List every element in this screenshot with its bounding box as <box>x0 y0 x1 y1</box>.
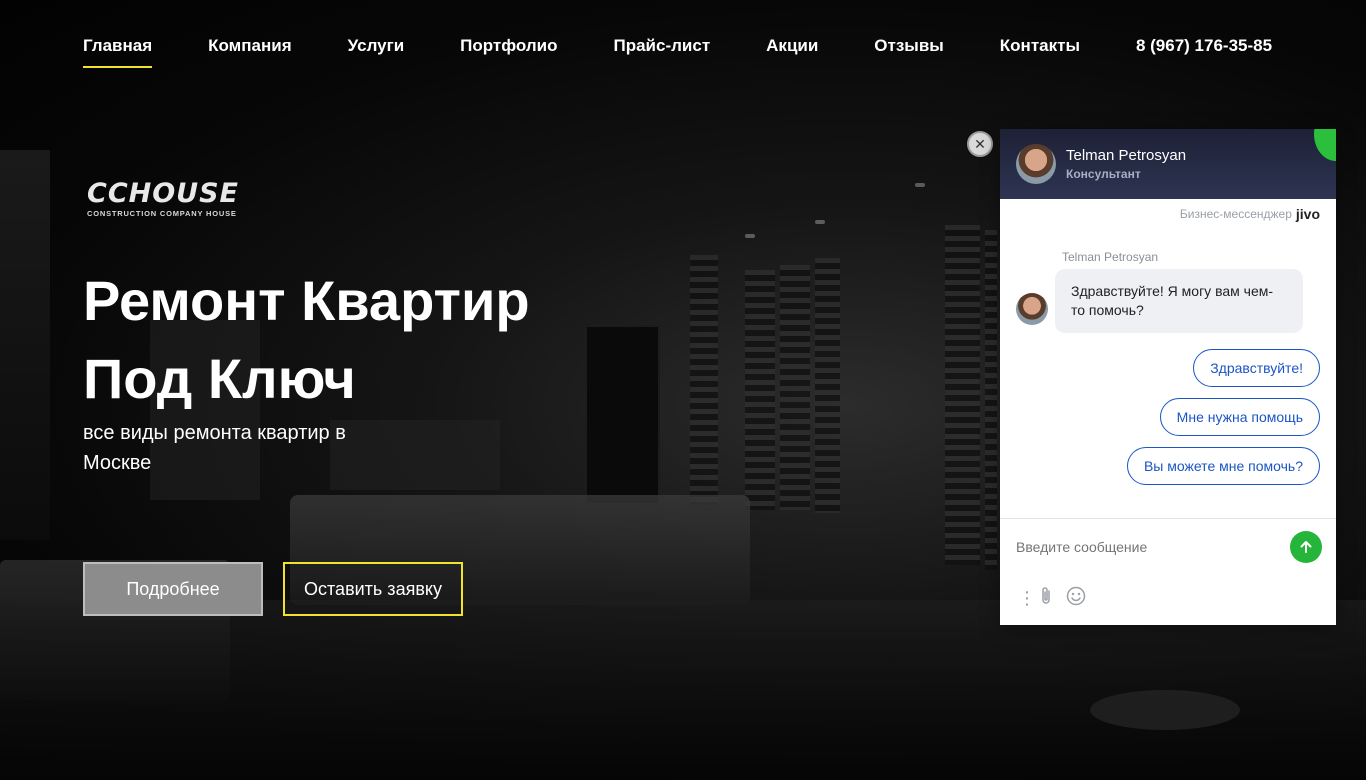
quick-reply-can-you-help[interactable]: Вы можете мне помочь? <box>1126 447 1320 485</box>
more-button[interactable]: Подробнее <box>83 562 263 616</box>
company-logo[interactable]: CCHOUSE CONSTRUCTION COMPANY HOUSE <box>87 180 279 220</box>
chat-header: Telman Petrosyan Консультант <box>1000 129 1336 199</box>
arrow-up-icon <box>1300 541 1312 553</box>
hero-subtitle-line2: Москве <box>83 452 152 474</box>
jivo-logo: jivo <box>1295 206 1320 222</box>
close-icon: ✕ <box>974 135 986 152</box>
message-avatar <box>1016 293 1048 325</box>
more-options-icon[interactable]: ⋮ <box>1018 589 1036 607</box>
nav-item-company[interactable]: Компания <box>208 36 291 68</box>
page-title-line1: Ремонт Квартир <box>83 269 530 332</box>
agent-name: Telman Petrosyan <box>1066 147 1187 164</box>
emoji-icon[interactable] <box>1066 586 1086 611</box>
message-author: Telman Petrosyan <box>1062 250 1159 264</box>
attach-icon[interactable] <box>1038 586 1054 611</box>
hero-subtitle-line1: все виды ремонта квартир в <box>83 422 346 444</box>
nav-item-portfolio[interactable]: Портфолио <box>460 36 557 68</box>
page-title: Ремонт Квартир Под Ключ <box>83 262 530 418</box>
chat-input-area: ⋮ <box>1000 518 1336 625</box>
nav-item-contacts[interactable]: Контакты <box>1000 36 1080 68</box>
agent-role: Консультант <box>1066 167 1141 181</box>
quick-reply-need-help[interactable]: Мне нужна помощь <box>1159 398 1320 436</box>
hero-subtitle: все виды ремонта квартир в Москве <box>83 418 383 478</box>
nav-item-promotions[interactable]: Акции <box>766 36 818 68</box>
nav-item-home[interactable]: Главная <box>83 36 153 68</box>
nav-item-price-list[interactable]: Прайс-лист <box>614 36 711 68</box>
quick-reply-hello[interactable]: Здравствуйте! <box>1193 349 1320 387</box>
page-title-line2: Под Ключ <box>83 347 356 410</box>
agent-avatar <box>1016 144 1056 184</box>
logo-tagline: CONSTRUCTION COMPANY HOUSE <box>87 209 237 218</box>
message-input[interactable] <box>1016 539 1276 555</box>
phone-link[interactable]: 8 (967) 176-35-85 <box>1136 36 1272 56</box>
powered-by-label: Бизнес-мессенджер <box>1179 207 1292 221</box>
logo-wordmark: CCHOUSE <box>87 178 239 209</box>
chat-widget: Telman Petrosyan Консультант Бизнес-месс… <box>1000 129 1336 625</box>
chat-close-button[interactable]: ✕ <box>967 131 993 157</box>
main-nav: Главная Компания Услуги Портфолио Прайс-… <box>83 36 1272 76</box>
nav-item-reviews[interactable]: Отзывы <box>874 36 944 68</box>
nav-item-services[interactable]: Услуги <box>348 36 405 68</box>
request-button[interactable]: Оставить заявку <box>283 562 463 616</box>
message-bubble: Здравствуйте! Я могу вам чем-то помочь? <box>1055 269 1303 333</box>
send-button[interactable] <box>1290 531 1322 563</box>
powered-by[interactable]: Бизнес-мессенджер jivo <box>1180 206 1320 222</box>
online-indicator <box>1314 129 1336 161</box>
